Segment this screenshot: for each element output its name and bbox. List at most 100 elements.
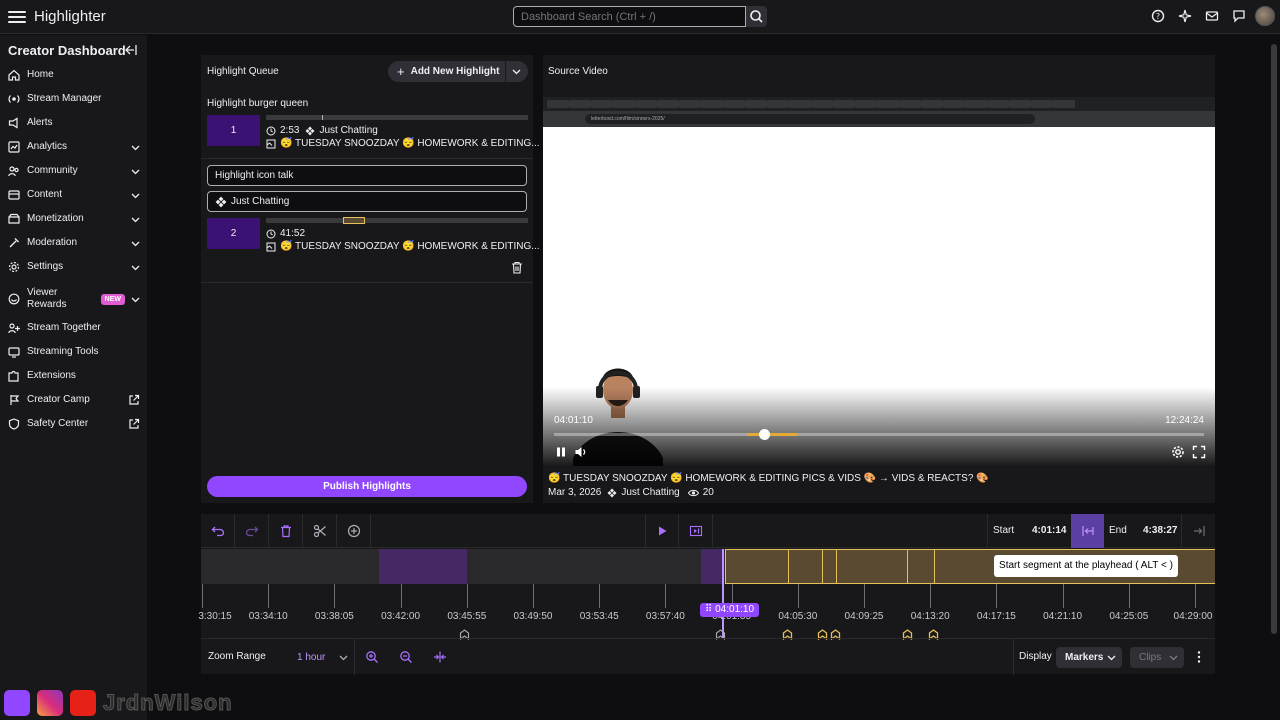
zoom-range-value: 1 hour (297, 652, 326, 663)
sidebar-item-home[interactable]: Home (8, 65, 140, 85)
chevron-down-icon (1107, 655, 1116, 661)
highlight-title-field[interactable]: Highlight icon talk (207, 165, 527, 186)
content-icon (8, 190, 20, 200)
sidebar-item-settings[interactable]: Settings (8, 257, 140, 277)
timeline-tick (400, 584, 402, 608)
undo-button[interactable] (201, 514, 235, 548)
zoom-range-select[interactable]: 1 hour (288, 647, 354, 668)
start-time-value[interactable]: 4:01:14 (1032, 525, 1066, 536)
menu-icon[interactable] (8, 8, 26, 26)
highlight-thumbnail[interactable]: 2 (207, 218, 260, 249)
fit-to-view-icon[interactable] (433, 650, 447, 664)
start-at-playhead-button[interactable] (1071, 514, 1104, 548)
sidebar-item-community[interactable]: Community (8, 161, 140, 181)
inbox-icon[interactable] (1205, 9, 1219, 23)
clips-label: Clips (1139, 652, 1162, 663)
settings-icon[interactable] (1171, 445, 1185, 459)
stream-meta: Mar 3, 2026 Just Chatting 20 (548, 487, 714, 498)
stream-title: 😴 TUESDAY SNOOZDAY 😴 HOMEWORK & EDITING … (548, 473, 989, 484)
publish-highlights-button[interactable]: Publish Highlights (207, 476, 527, 497)
split-button[interactable] (303, 514, 337, 548)
timeline-editor: Start 4:01:14 End 4:38:27 Start segment … (198, 514, 1215, 675)
page-scrollbar[interactable] (1271, 44, 1277, 634)
timeline-tick-label: 3:30:15 (198, 611, 232, 622)
video-icon (266, 139, 276, 148)
video-player[interactable]: letterboxd.com/film/sinners-2025/ 04:01:… (543, 97, 1215, 466)
timeline-tick (797, 584, 799, 608)
sidebar-item-alerts[interactable]: Alerts (8, 113, 140, 133)
timeline-tick (533, 584, 534, 608)
youtube-logo-icon (70, 690, 96, 716)
community-icon (8, 166, 19, 177)
redo-button[interactable] (235, 514, 269, 548)
clips-toggle[interactable]: Clips (1130, 647, 1184, 668)
highlight-title-value: Highlight icon talk (215, 170, 294, 181)
playhead[interactable] (722, 549, 724, 638)
sidebar-item-stream-manager[interactable]: Stream Manager (8, 89, 140, 109)
help-icon[interactable]: ? (1151, 9, 1165, 23)
playhead-time-value: 04:01:10 (715, 604, 755, 615)
more-options-icon[interactable] (1192, 650, 1206, 664)
sidebar-item-label: Stream Manager (27, 93, 102, 104)
sidebar-item-creator-camp[interactable]: Creator Camp (8, 390, 140, 410)
trash-icon[interactable] (511, 261, 523, 274)
browser-tab (943, 100, 965, 108)
browser-tab (745, 100, 767, 108)
play-button[interactable] (645, 514, 679, 548)
external-link-icon (129, 418, 140, 429)
delete-button[interactable] (269, 514, 303, 548)
markers-toggle[interactable]: Markers (1056, 647, 1122, 668)
timeline-tick-label: 03:49:50 (513, 611, 553, 622)
streamer-watermark: JrdnWilson (4, 688, 264, 718)
play-icon (659, 526, 667, 536)
sidebar-item-viewer-rewards[interactable]: Viewer Rewards NEW (8, 285, 140, 313)
add-circle-icon (347, 524, 360, 538)
avatar[interactable] (1255, 6, 1275, 26)
browser-tab (657, 100, 679, 108)
marker-line (907, 549, 908, 584)
chevron-down-icon[interactable] (512, 67, 521, 76)
add-new-highlight-button[interactable]: + Add New Highlight (388, 61, 528, 82)
sidebar-item-monetization[interactable]: Monetization (8, 209, 140, 229)
timeline-tick (1062, 584, 1064, 608)
timeline-tick (665, 584, 667, 608)
stream-category: Just Chatting (621, 487, 680, 498)
pause-icon[interactable] (554, 445, 568, 459)
whispers-icon[interactable] (1232, 9, 1246, 23)
highlight-range-selection[interactable] (343, 217, 365, 224)
playhead-time[interactable]: ⠿ 04:01:10 (700, 603, 760, 617)
timeline-tick (334, 584, 336, 608)
add-marker-button[interactable] (337, 514, 371, 548)
play-to-end-button[interactable] (679, 514, 713, 548)
volume-icon[interactable] (574, 445, 588, 459)
search-button[interactable] (746, 6, 767, 27)
set-end-icon (1193, 526, 1205, 536)
chevron-down-icon (131, 169, 140, 174)
end-time-value[interactable]: 4:38:27 (1143, 525, 1177, 536)
source-video-title: Source Video (548, 66, 608, 77)
zoom-in-icon[interactable] (365, 650, 379, 664)
sidebar-item-moderation[interactable]: Moderation (8, 233, 140, 253)
fullscreen-icon[interactable] (1192, 445, 1206, 459)
category-field[interactable]: Just Chatting (207, 191, 527, 212)
zoom-out-icon[interactable] (399, 650, 413, 664)
sidebar-item-label: Alerts (27, 117, 53, 128)
timeline-ruler[interactable]: 04:29:00 04:25:05 04:21:10 04:17:15 04:13:20… (198, 549, 1215, 640)
collapse-sidebar-icon[interactable] (124, 44, 138, 56)
sidebar-item-streaming-tools[interactable]: Streaming Tools (8, 342, 140, 362)
sidebar-item-extensions[interactable]: Extensions (8, 366, 140, 386)
browser-tab (833, 100, 855, 108)
highlight-thumbnail[interactable]: 1 (207, 115, 260, 146)
stream-views: 20 (702, 487, 714, 498)
sidebar-item-stream-together[interactable]: Stream Together (8, 318, 140, 338)
search-input[interactable] (513, 6, 746, 27)
sparkle-icon[interactable] (1178, 9, 1192, 23)
sidebar-item-analytics[interactable]: Analytics (8, 137, 140, 157)
video-progress-bar[interactable] (554, 433, 1204, 436)
video-browser-toolbar: letterboxd.com/film/sinners-2025/ (543, 111, 1215, 127)
stream-manager-icon (8, 95, 20, 103)
sidebar-item-content[interactable]: Content (8, 185, 140, 205)
video-scrubber-handle[interactable] (759, 429, 770, 440)
end-at-playhead-button[interactable] (1181, 514, 1215, 548)
sidebar-item-safety-center[interactable]: Safety Center (8, 414, 140, 434)
